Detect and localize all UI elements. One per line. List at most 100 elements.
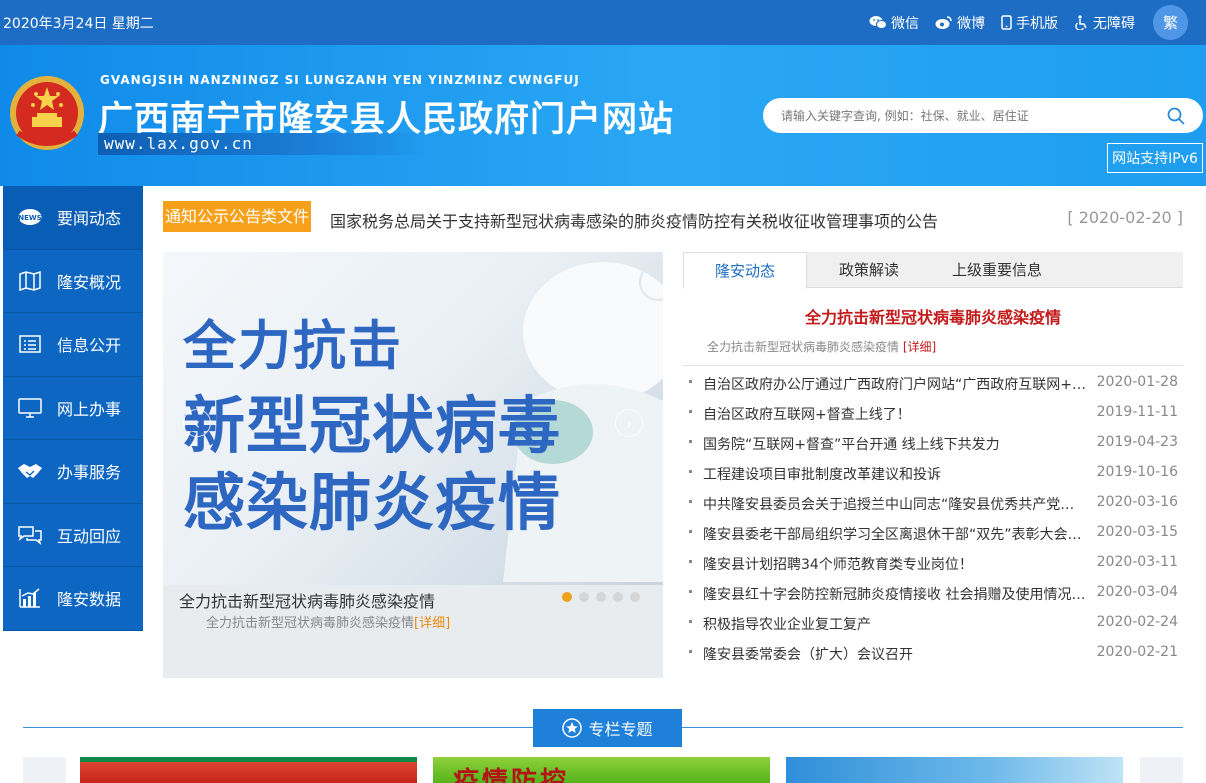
nav-label: 互动回应 <box>57 526 122 546</box>
tab-superior-info[interactable]: 上级重要信息 <box>933 252 1061 288</box>
nav-item-data[interactable]: 隆安数据 <box>3 567 143 631</box>
site-pinyin-title: GVANGJSIH NANZNINGZ SI LUNGZANH YEN YINZ… <box>100 73 580 87</box>
accessibility-link[interactable]: 无障碍 <box>1074 13 1135 33</box>
star-badge-icon <box>562 718 583 738</box>
news-tabs: 隆安动态 政策解读 上级重要信息 <box>683 252 1183 289</box>
tab-policy[interactable]: 政策解读 <box>807 252 931 288</box>
tab-longan-news[interactable]: 隆安动态 <box>683 252 807 289</box>
traditional-chinese-button[interactable]: 繁 <box>1153 5 1188 40</box>
search-icon[interactable] <box>1167 107 1185 125</box>
handshake-icon <box>18 464 42 479</box>
bullet <box>689 650 692 653</box>
item-date: 2020-03-11 <box>1096 554 1178 570</box>
nav-label: 信息公开 <box>57 336 122 356</box>
carousel-prev-button[interactable]: ‹ <box>183 409 211 437</box>
news-list: 自治区政府办公厅通过广西政府门户网站“广西政府互联网+督查”平台开通 2020-0… <box>683 367 1183 667</box>
banner-text: 疫情防控 <box>453 767 570 783</box>
item-date: 2019-10-16 <box>1096 464 1178 480</box>
list-item[interactable]: 隆安县委常委会（扩大）会议召开 2020-02-21 <box>683 637 1183 667</box>
map-icon <box>19 270 41 291</box>
chat-icon <box>18 526 42 545</box>
list-item[interactable]: 隆安县计划招聘34个师范教育类专业岗位！ 2020-03-11 <box>683 547 1183 577</box>
headline-detail-link[interactable]: [详细] <box>903 340 936 354</box>
current-date: 2020年3月24日 星期二 <box>3 16 154 32</box>
monitor-icon <box>18 398 42 418</box>
list-item[interactable]: 积极指导农业企业复工复产 2020-02-24 <box>683 607 1183 637</box>
notice-date: [ 2020-02-20 ] <box>1067 208 1183 227</box>
banner-next-button[interactable] <box>1140 757 1183 783</box>
mobile-icon <box>1001 15 1012 30</box>
item-date: 2020-03-15 <box>1096 524 1178 540</box>
wechat-link[interactable]: 微信 <box>869 13 919 33</box>
special-topics-heading[interactable]: 专栏专题 <box>533 709 682 747</box>
notice-tag[interactable]: 通知公示公告类文件 <box>163 201 312 232</box>
headline-summary-text: 全力抗击新型冠状病毒肺炎感染疫情 <box>707 340 900 354</box>
nav-item-info-disclosure[interactable]: 信息公开 <box>3 313 143 377</box>
list-item[interactable]: 自治区政府办公厅通过广西政府门户网站“广西政府互联网+督查”平台开通 2020-0… <box>683 367 1183 397</box>
divider <box>683 365 1183 366</box>
carousel-detail-link[interactable]: [详细] <box>414 616 450 631</box>
nav-label: 隆安数据 <box>57 590 122 610</box>
item-title: 积极指导农业企业复工复产 <box>703 617 871 633</box>
banner-prev-button[interactable] <box>23 757 66 783</box>
item-date: 2019-11-11 <box>1096 404 1178 420</box>
item-title: 隆安县计划招聘34个师范教育类专业岗位！ <box>703 557 973 573</box>
news-panel: 隆安动态 政策解读 上级重要信息 全力抗击新型冠状病毒肺炎感染疫情 全力抗击新型… <box>683 252 1183 678</box>
bullet <box>689 620 692 623</box>
list-item[interactable]: 国务院“互联网+督查”平台开通 线上线下共发力 2019-04-23 <box>683 427 1183 457</box>
site-header: GVANGJSIH NANZNINGZ SI LUNGZANH YEN YINZ… <box>0 45 1206 186</box>
nav-label: 办事服务 <box>57 463 122 483</box>
search-box <box>763 98 1203 133</box>
mobile-link[interactable]: 手机版 <box>1001 13 1058 33</box>
list-item[interactable]: 隆安县红十字会防控新冠肺炎疫情接收 社会捐赠及使用情况公示 2020-03-04 <box>683 577 1183 607</box>
slide-line-3: 感染肺炎疫情 <box>183 466 562 539</box>
notice-bar: 通知公示公告类文件 国家税务总局关于支持新型冠状病毒感染的肺炎疫情防控有关税收征… <box>163 201 1183 233</box>
nav-item-news[interactable]: NEWS 要闻动态 <box>3 186 143 250</box>
news-headline-summary: 全力抗击新型冠状病毒肺炎感染疫情 [详细] <box>707 338 936 355</box>
nav-item-overview[interactable]: 隆安概况 <box>3 250 143 313</box>
nav-label: 要闻动态 <box>57 209 122 229</box>
bullet <box>689 380 692 383</box>
topic-banner[interactable] <box>786 757 1123 783</box>
carousel-slide[interactable]: 全力抗击 新型冠状病毒 感染肺炎疫情 ‹ › <box>163 252 663 585</box>
site-domain: www.lax.gov.cn <box>98 133 428 155</box>
wechat-label: 微信 <box>891 15 919 32</box>
item-title: 中共隆安县委员会关于追授兰中山同志“隆安县优秀共产党员”称号的决定 <box>703 497 1088 513</box>
carousel-dot[interactable] <box>596 592 606 602</box>
carousel-dot[interactable] <box>613 592 623 602</box>
wechat-icon <box>869 16 887 29</box>
nav-item-online-service[interactable]: 网上办事 <box>3 377 143 440</box>
news-headline[interactable]: 全力抗击新型冠状病毒肺炎感染疫情 <box>683 304 1183 328</box>
nav-item-interaction[interactable]: 互动回应 <box>3 504 143 567</box>
bullet <box>689 530 692 533</box>
bullet <box>689 440 692 443</box>
carousel-dot[interactable] <box>562 592 572 602</box>
topic-banner[interactable]: 疫情防控 <box>433 757 770 783</box>
item-title: 隆安县委老干部局组织学习全区离退休干部“双先”表彰大会精神 <box>703 527 1088 543</box>
weibo-link[interactable]: 微博 <box>935 13 985 33</box>
left-nav: NEWS 要闻动态 隆安概况 信息公开 网上办事 办事服务 互动回应 隆安数据 <box>3 186 143 631</box>
notice-text[interactable]: 国家税务总局关于支持新型冠状病毒感染的肺炎疫情防控有关税收征收管理事项的公告 <box>330 208 938 232</box>
carousel-next-button[interactable]: › <box>615 409 643 437</box>
item-title: 工程建设项目审批制度改革建议和投诉 <box>703 467 941 483</box>
list-item[interactable]: 中共隆安县委员会关于追授兰中山同志“隆安县优秀共产党员”称号的决定 2020-03… <box>683 487 1183 517</box>
carousel-dot[interactable] <box>630 592 640 602</box>
search-input[interactable] <box>781 105 1151 127</box>
list-item[interactable]: 工程建设项目审批制度改革建议和投诉 2019-10-16 <box>683 457 1183 487</box>
image-carousel: 全力抗击 新型冠状病毒 感染肺炎疫情 ‹ › 全力抗击新型冠状病毒肺炎感染疫情 … <box>163 252 663 678</box>
item-date: 2020-02-24 <box>1096 614 1178 630</box>
item-title: 自治区政府办公厅通过广西政府门户网站“广西政府互联网+督查”平台开通 <box>703 377 1088 393</box>
carousel-caption[interactable]: 全力抗击新型冠状病毒肺炎感染疫情 <box>179 588 435 612</box>
item-date: 2019-04-23 <box>1096 434 1178 450</box>
topic-banner[interactable] <box>80 757 417 783</box>
item-title: 自治区政府互联网+督查上线了！ <box>703 407 911 423</box>
accessibility-icon <box>1075 15 1087 30</box>
list-item[interactable]: 自治区政府互联网+督查上线了！ 2019-11-11 <box>683 397 1183 427</box>
list-item[interactable]: 隆安县委老干部局组织学习全区离退休干部“双先”表彰大会精神 2020-03-15 <box>683 517 1183 547</box>
carousel-dot[interactable] <box>579 592 589 602</box>
news-icon: NEWS <box>18 209 42 226</box>
bullet <box>689 560 692 563</box>
item-title: 隆安县红十字会防控新冠肺炎疫情接收 社会捐赠及使用情况公示 <box>703 587 1088 603</box>
nav-label: 隆安概况 <box>57 272 122 292</box>
nav-item-services[interactable]: 办事服务 <box>3 440 143 504</box>
